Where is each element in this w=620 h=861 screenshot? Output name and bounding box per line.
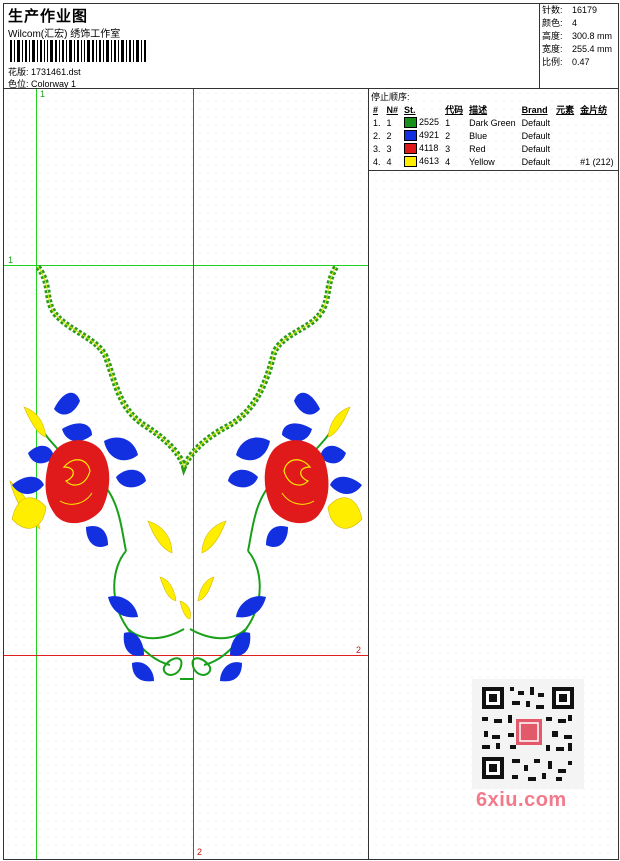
col-header-brand: Brand [521, 104, 548, 115]
design-canvas: 1 1 2 2 [4, 89, 369, 859]
stat-colors: 颜色: 4 [542, 18, 578, 28]
color-swatch [404, 143, 418, 155]
col-header-n: N# [386, 104, 399, 115]
stat-height: 高度: 300.8 mm [542, 31, 613, 41]
stop-sequence-title: 停止顺序: [371, 92, 410, 102]
color-swatch [404, 130, 418, 142]
col-header-sequin: 金片纺 [580, 105, 608, 115]
table-row[interactable]: 2. 2 4921 2 Blue Default [370, 129, 617, 142]
stop-sequence-table: # N# St. 代码 描述 Brand 元素 金片纺 1. 1 2525 1 … [370, 103, 617, 168]
col-header-element: 元素 [556, 105, 575, 115]
work-area: 1 1 2 2 停止顺序: # N# St. 代码 描述 Brand 元素 金片… [3, 88, 619, 860]
stop-sequence-panel: 停止顺序: # N# St. 代码 描述 Brand 元素 金片纺 1. 1 2… [368, 89, 618, 171]
col-header-st: St. [404, 104, 416, 115]
page-title: 生产作业图 [8, 8, 89, 25]
color-swatch [404, 117, 418, 129]
stat-scale: 比例: 0.47 [542, 57, 590, 67]
stat-stitches: 针数: 16179 [542, 5, 598, 15]
design-file: 1731461.dst [31, 67, 81, 77]
worksheet-header: 生产作业图 Wilcom(汇宏) 绣饰工作室 花版: 1731461.dst 色… [3, 3, 619, 89]
watermark: 6xiu.com [476, 789, 567, 811]
embroidery-design[interactable] [4, 89, 368, 859]
col-header-code: 代码 [445, 105, 464, 115]
col-header-desc: 描述 [469, 105, 488, 115]
stat-width: 宽度: 255.4 mm [542, 44, 613, 54]
color-swatch [404, 156, 418, 168]
table-row[interactable]: 1. 1 2525 1 Dark Green Default [370, 116, 617, 129]
col-header-index: # [373, 104, 379, 115]
table-row[interactable]: 4. 4 4613 4 Yellow Default #1 (212) [370, 155, 617, 168]
table-header-row: # N# St. 代码 描述 Brand 元素 金片纺 [370, 103, 617, 116]
design-stats: 针数: 16179 颜色: 4 高度: 300.8 mm 宽度: 255.4 mm 比例… [539, 4, 618, 88]
studio-name: Wilcom(汇宏) 绣饰工作室 [8, 29, 121, 40]
design-label: 花版: [8, 67, 29, 77]
qr-code [472, 679, 584, 789]
production-worksheet: 生产作业图 Wilcom(汇宏) 绣饰工作室 花版: 1731461.dst 色… [0, 0, 620, 861]
table-row[interactable]: 3. 3 4118 3 Red Default [370, 142, 617, 155]
barcode [10, 40, 146, 62]
